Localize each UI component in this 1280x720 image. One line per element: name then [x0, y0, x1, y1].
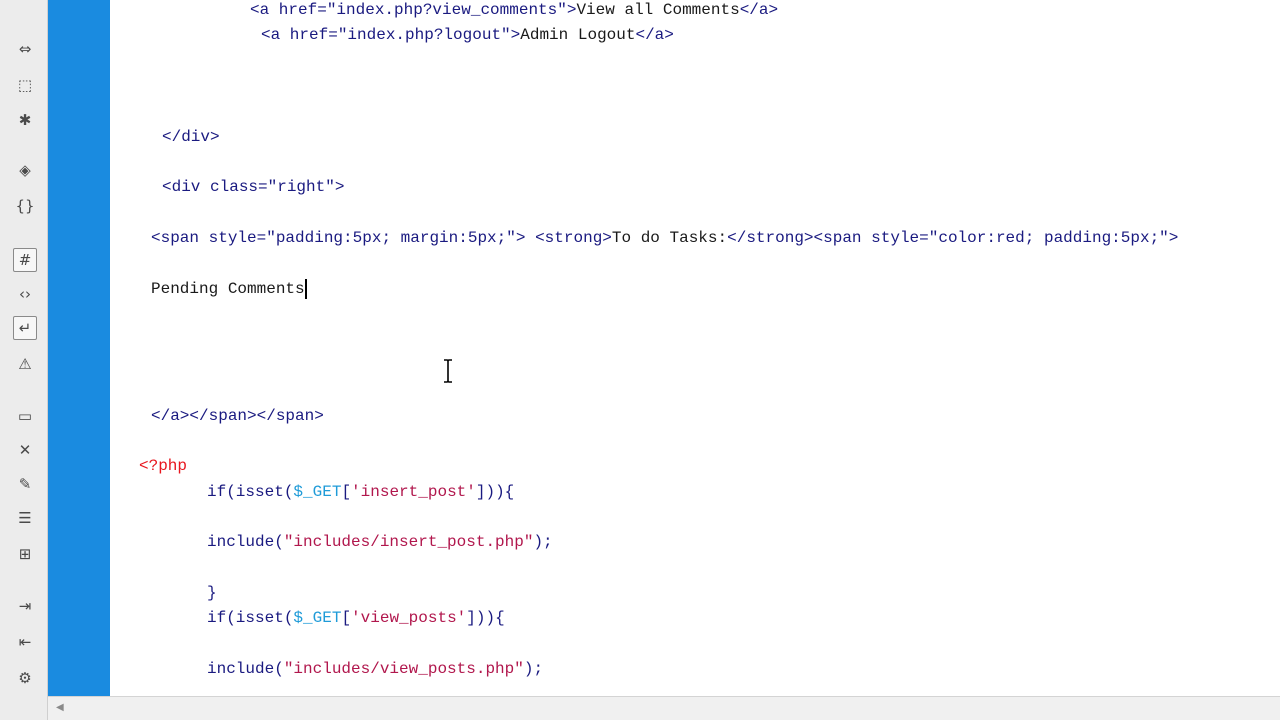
- code-line[interactable]: 28: [110, 152, 1280, 177]
- code-token: include(: [207, 533, 284, 552]
- code-token: );: [533, 533, 553, 552]
- code-text: if(isset($_GET['view_posts'])){: [207, 608, 505, 628]
- code-token: Pending Comments: [151, 279, 305, 298]
- code-line[interactable]: 43include("includes/insert_post.php");: [110, 532, 1280, 557]
- code-text: if(isset($_GET['insert_post'])){: [207, 482, 514, 502]
- code-editor[interactable]: 22<a href="index.php?view_comments">View…: [110, 0, 1280, 696]
- code-token: if(isset(: [207, 482, 294, 501]
- code-line[interactable]: 38</a></span></span>: [110, 406, 1280, 431]
- code-token: </a>: [635, 26, 674, 45]
- code-token: $_GET: [293, 609, 342, 628]
- remove-comment-icon[interactable]: ✕: [13, 438, 37, 462]
- code-line[interactable]: 33Pending Comments: [110, 278, 1280, 304]
- code-line[interactable]: 27</div>: [110, 127, 1280, 152]
- expand-all-icon[interactable]: ✱: [13, 108, 37, 132]
- text-caret: [305, 278, 307, 299]
- code-token: <span style="padding:5px; margin:5px;">: [151, 229, 526, 248]
- format-source-code-icon[interactable]: ⚙: [13, 666, 37, 690]
- code-line[interactable]: 45}: [110, 583, 1280, 608]
- code-line[interactable]: 24: [110, 51, 1280, 76]
- code-text: }: [207, 583, 217, 603]
- code-token: View all Comments: [576, 1, 740, 19]
- code-line[interactable]: 29<div class="right">: [110, 177, 1280, 202]
- code-text: <span style="padding:5px; margin:5px;"> …: [151, 228, 1178, 248]
- horizontal-scrollbar[interactable]: ◀: [48, 696, 1280, 720]
- code-token: </strong><span style="color:red; padding…: [727, 229, 1179, 248]
- code-text: <?php: [139, 456, 187, 476]
- code-line[interactable]: 36: [110, 355, 1280, 380]
- code-text: <div class="right">: [162, 177, 344, 197]
- outdent-code-icon[interactable]: ⇤: [13, 630, 37, 654]
- code-view-toolbar: ⇔ ⬚ ✱ ◈ {} # ‹› ↵ ⚠ ▭ ✕ ✎ ☰ ⊞ ⇥ ⇤ ⚙: [0, 0, 48, 720]
- code-token: </div>: [162, 127, 220, 146]
- move-css-icon[interactable]: ⊞: [13, 542, 37, 566]
- highlight-invalid-code-icon[interactable]: ‹›: [13, 282, 37, 306]
- word-wrap-icon[interactable]: ↵: [13, 316, 37, 340]
- code-line[interactable]: 31<span style="padding:5px; margin:5px;"…: [110, 228, 1280, 253]
- code-line[interactable]: 48include("includes/view_posts.php");: [110, 659, 1280, 684]
- code-token: [: [341, 609, 352, 628]
- code-line[interactable]: 42: [110, 507, 1280, 532]
- code-line[interactable]: 35: [110, 330, 1280, 355]
- code-token: <strong>: [535, 229, 612, 248]
- code-token: ])){: [475, 482, 515, 501]
- recent-snippets-icon[interactable]: ☰: [13, 506, 37, 530]
- code-line[interactable]: 41if(isset($_GET['insert_post'])){: [110, 482, 1280, 507]
- code-line[interactable]: 30: [110, 203, 1280, 228]
- code-line[interactable]: 44: [110, 558, 1280, 583]
- code-token: 'view_posts': [351, 609, 467, 628]
- code-text: include("includes/view_posts.php");: [207, 659, 543, 679]
- code-token: "includes/insert_post.php": [283, 533, 534, 552]
- code-line[interactable]: 49: [110, 684, 1280, 696]
- code-token: [: [341, 482, 352, 501]
- code-line[interactable]: 40<?php: [110, 456, 1280, 481]
- code-token: <a href="index.php?logout">: [261, 26, 521, 45]
- syntax-error-alerts-icon[interactable]: ⚠: [13, 352, 37, 376]
- code-token: include(: [207, 660, 284, 679]
- code-token: $_GET: [293, 482, 342, 501]
- code-token: Admin Logout: [520, 26, 636, 45]
- code-line[interactable]: 39: [110, 431, 1280, 456]
- collapse-selection-icon[interactable]: ⬚: [13, 73, 37, 97]
- code-line[interactable]: 34: [110, 304, 1280, 329]
- code-token: "includes/view_posts.php": [283, 660, 524, 679]
- code-token: <?php: [139, 457, 188, 476]
- code-line[interactable]: 37: [110, 380, 1280, 405]
- code-token: </a>: [739, 1, 779, 19]
- indent-code-icon[interactable]: ⇥: [13, 594, 37, 618]
- wrap-tag-icon[interactable]: ✎: [13, 472, 37, 496]
- code-text: include("includes/insert_post.php");: [207, 532, 553, 552]
- collapse-full-tag-icon[interactable]: ⇔: [13, 37, 37, 61]
- code-text: <a href="index.php?view_comments">View a…: [250, 0, 778, 20]
- code-text: </a></span></span>: [151, 406, 324, 426]
- code-token: );: [523, 660, 544, 679]
- code-token: }: [207, 584, 217, 603]
- code-line[interactable]: 23<a href="index.php?logout">Admin Logou…: [110, 25, 1280, 50]
- code-token: 'insert_post': [351, 482, 476, 501]
- code-token: <div class="right">: [162, 178, 345, 197]
- apply-comment-icon[interactable]: ▭: [13, 404, 37, 428]
- code-line[interactable]: 26: [110, 101, 1280, 126]
- code-line[interactable]: 47: [110, 634, 1280, 659]
- code-line[interactable]: 46if(isset($_GET['view_posts'])){: [110, 608, 1280, 633]
- line-numbers-icon[interactable]: #: [13, 248, 37, 272]
- code-text: </div>: [162, 127, 220, 147]
- select-parent-tag-icon[interactable]: ◈: [13, 158, 37, 182]
- code-line[interactable]: 25: [110, 76, 1280, 101]
- code-token: if(isset(: [207, 609, 294, 628]
- text-cursor-ibeam-icon: [444, 359, 452, 383]
- balance-braces-icon[interactable]: {}: [13, 194, 37, 218]
- code-text: Pending Comments: [151, 279, 305, 299]
- code-token: To do Tasks:: [611, 229, 728, 248]
- line-number-gutter: [48, 0, 110, 696]
- arrow-left-icon[interactable]: ◀: [56, 702, 68, 714]
- code-token: </a></span></span>: [151, 406, 324, 425]
- code-text: <a href="index.php?logout">Admin Logout<…: [261, 25, 674, 45]
- code-line[interactable]: 22<a href="index.php?view_comments">View…: [110, 0, 1280, 25]
- code-token: <a href="index.php?view_comments">: [250, 1, 577, 19]
- code-line[interactable]: 32: [110, 254, 1280, 279]
- code-token: ])){: [466, 609, 505, 628]
